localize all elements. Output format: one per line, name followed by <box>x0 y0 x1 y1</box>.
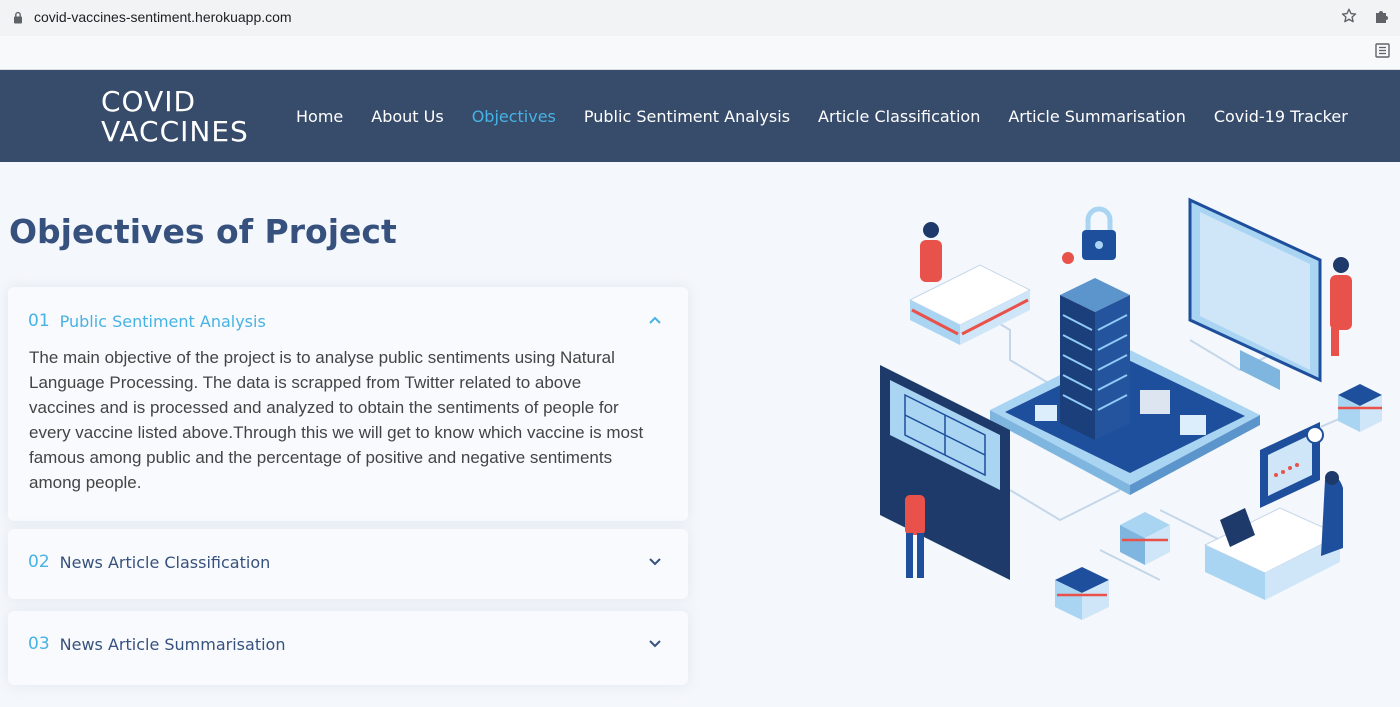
faq-number: 03 <box>28 634 50 654</box>
faq-answer: The main objective of the project is to … <box>29 348 644 492</box>
faq-item-1: 01 Public Sentiment Analysis The main ob… <box>8 287 688 521</box>
reader-icon[interactable] <box>1375 43 1390 58</box>
data-cube-2 <box>1120 512 1170 565</box>
padlock-icon <box>1062 206 1116 264</box>
nav-public-sentiment-analysis[interactable]: Public Sentiment Analysis <box>584 107 790 126</box>
hero-illustration <box>880 197 1382 620</box>
nav-covid-tracker[interactable]: Covid-19 Tracker <box>1214 107 1348 126</box>
monitor-large <box>1188 197 1352 390</box>
nav-links: Home About Us Objectives Public Sentimen… <box>282 70 1362 162</box>
nav-objectives[interactable]: Objectives <box>472 107 556 126</box>
faq-number: 02 <box>28 552 50 572</box>
url-text[interactable]: covid-vaccines-sentiment.herokuapp.com <box>34 9 292 25</box>
blueprint-screen <box>880 365 1010 580</box>
chevron-down-icon[interactable] <box>648 554 662 568</box>
faq-question: News Article Classification <box>59 552 271 572</box>
review-panel <box>1260 422 1324 508</box>
faq-question: News Article Summarisation <box>59 634 286 654</box>
faq-toggle-3[interactable]: 03 News Article Summarisation <box>28 634 668 654</box>
lock-icon[interactable] <box>13 11 23 24</box>
chevron-up-icon[interactable] <box>648 313 662 327</box>
nav-article-classification[interactable]: Article Classification <box>818 107 980 126</box>
nav-article-summarisation[interactable]: Article Summarisation <box>1008 107 1186 126</box>
star-icon[interactable] <box>1340 7 1358 25</box>
faq-item-3: 03 News Article Summarisation <box>8 611 688 685</box>
logo-line-1: COVID <box>101 85 197 118</box>
data-cube-3 <box>1055 567 1109 620</box>
data-cube-1 <box>1338 384 1382 432</box>
nav-home[interactable]: Home <box>296 107 343 126</box>
faq-number: 01 <box>28 311 50 331</box>
faq-item-2: 02 News Article Classification <box>8 529 688 599</box>
puzzle-icon[interactable] <box>1374 8 1390 24</box>
site-logo[interactable]: COVID VACCINES <box>101 87 249 147</box>
chevron-down-icon[interactable] <box>648 636 662 650</box>
logo-line-2: VACCINES <box>101 115 249 148</box>
site-navbar: COVID VACCINES Home About Us Objectives … <box>0 70 1400 162</box>
address-bar[interactable]: covid-vaccines-sentiment.herokuapp.com <box>0 0 1400 36</box>
reception-desk <box>908 222 1032 345</box>
faq-toggle-2[interactable]: 02 News Article Classification <box>28 552 668 572</box>
server-tower <box>1060 278 1130 440</box>
nav-about-us[interactable]: About Us <box>371 107 443 126</box>
faq-toggle-1[interactable]: 01 Public Sentiment Analysis <box>28 311 668 331</box>
faq-question: Public Sentiment Analysis <box>59 311 266 331</box>
page-title: Objectives of Project <box>9 212 397 251</box>
browser-chrome: covid-vaccines-sentiment.herokuapp.com <box>0 0 1400 70</box>
